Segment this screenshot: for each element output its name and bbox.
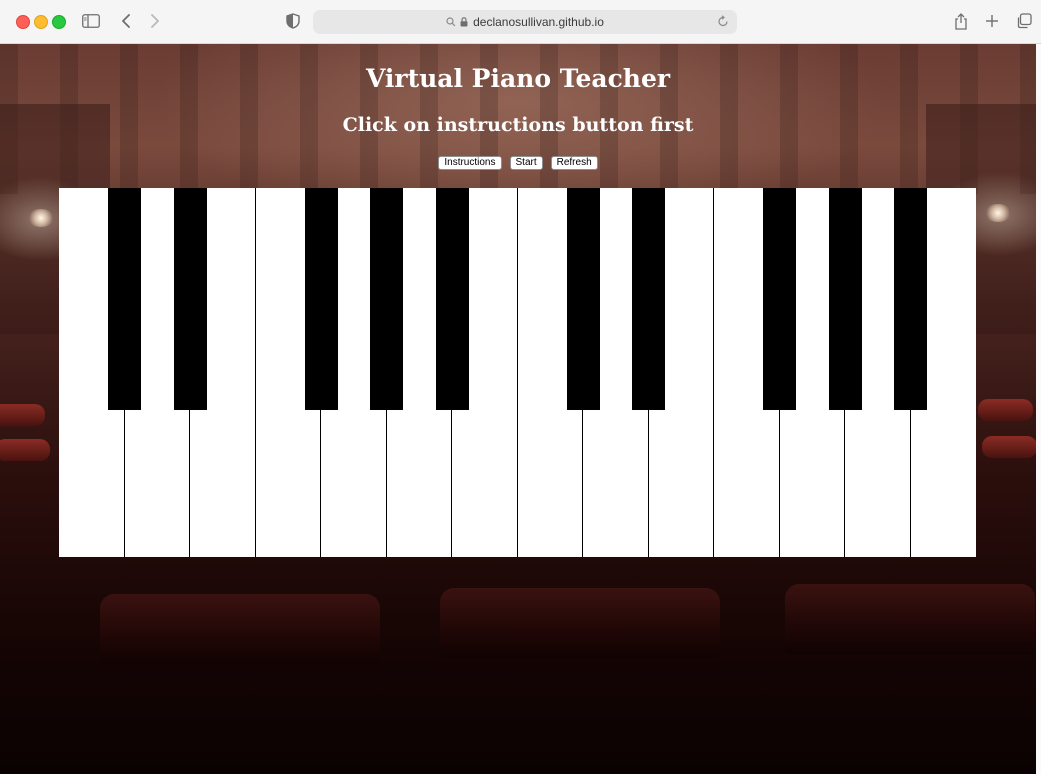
browser-toolbar: declanosullivan.github.io [0, 0, 1041, 44]
instructions-button[interactable]: Instructions [438, 156, 502, 170]
black-key-d-sharp-6[interactable] [632, 188, 665, 410]
minimize-window-button[interactable] [34, 15, 48, 29]
browser-window: declanosullivan.github.io Virtual Piano [0, 0, 1041, 774]
wall-lamp-left [28, 209, 54, 227]
theatre-seat-row [100, 594, 380, 664]
search-icon [446, 17, 456, 27]
theatre-seat [0, 439, 50, 461]
theatre-seat-row [785, 584, 1035, 654]
url-text: declanosullivan.github.io [473, 15, 604, 29]
tabs-overview-icon[interactable] [1013, 10, 1035, 32]
piano-keyboard [59, 188, 976, 557]
chevron-left-icon[interactable] [115, 10, 137, 32]
control-buttons: Instructions Start Refresh [0, 156, 1036, 170]
close-window-button[interactable] [16, 15, 30, 29]
theatre-seat [978, 399, 1033, 421]
black-key-a-sharp-4[interactable] [435, 188, 469, 410]
black-key-f-sharp-2[interactable] [304, 188, 338, 410]
black-key-c-sharp-0[interactable] [108, 188, 141, 410]
theatre-seat-row [440, 588, 720, 658]
chevron-right-icon[interactable] [144, 10, 166, 32]
theatre-seat [0, 404, 45, 426]
black-key-d-sharp-1[interactable] [173, 188, 207, 410]
lock-icon [460, 17, 468, 27]
page-scrollbar[interactable] [1036, 44, 1041, 774]
black-key-g-sharp-3[interactable] [370, 188, 403, 410]
refresh-button[interactable]: Refresh [550, 156, 598, 170]
shield-icon[interactable] [282, 10, 304, 32]
page-subtitle: Click on instructions button first [342, 114, 694, 136]
reload-icon[interactable] [717, 15, 729, 31]
theatre-seat [982, 436, 1036, 458]
share-icon[interactable] [950, 10, 972, 32]
black-key-a-sharp-9[interactable] [894, 188, 927, 410]
page-title: Virtual Piano Teacher [365, 64, 671, 93]
address-bar[interactable]: declanosullivan.github.io [313, 10, 737, 34]
sidebar-icon[interactable] [80, 10, 102, 32]
page-content: Virtual Piano Teacher Click on instructi… [0, 44, 1036, 774]
black-key-c-sharp-5[interactable] [566, 188, 600, 410]
wall-lamp-right [985, 204, 1011, 222]
maximize-window-button[interactable] [52, 15, 66, 29]
plus-icon[interactable] [981, 10, 1003, 32]
start-button[interactable]: Start [509, 156, 543, 170]
black-key-g-sharp-8[interactable] [828, 188, 862, 410]
black-key-f-sharp-7[interactable] [763, 188, 796, 410]
